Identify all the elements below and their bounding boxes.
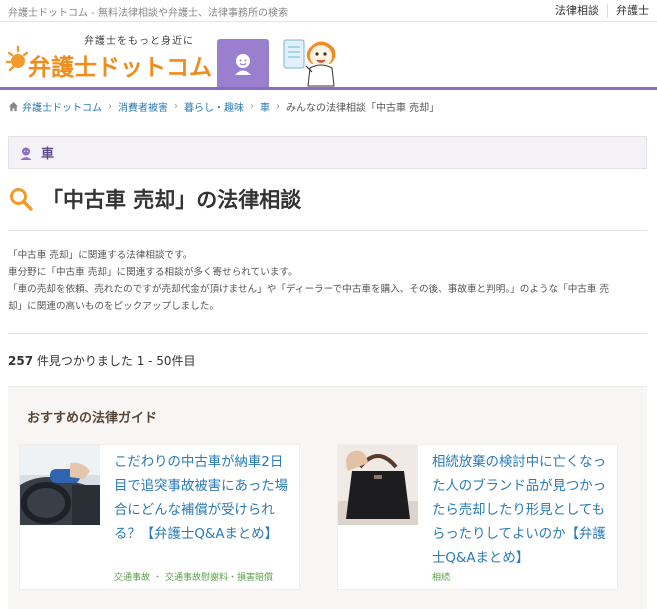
- result-count-text: 件見つかりました 1 - 50件目: [33, 354, 196, 368]
- chevron-right-icon: ›: [276, 100, 280, 112]
- guide-card[interactable]: 相続放棄の検討中に亡くなった人のブランド品が見つかったら売却したり形見としてもら…: [337, 444, 618, 590]
- page-title: 「中古車 売却」の法律相談: [42, 188, 302, 212]
- site-logo[interactable]: 弁護士をもっと身近に 弁護士ドットコム: [6, 30, 212, 82]
- sun-logo-icon: [6, 45, 28, 72]
- top-link-legal-consultation[interactable]: 法律相談: [547, 4, 607, 18]
- tag-separator: ・: [153, 573, 163, 583]
- breadcrumb-life-hobby[interactable]: 暮らし・趣味: [184, 99, 244, 114]
- divider: [8, 230, 647, 231]
- user-category-icon: [20, 147, 32, 160]
- guide-card-tags: 相続: [432, 570, 450, 583]
- recommended-guide-section: おすすめの法律ガイド こだわりの中古車が納車2日目で追突事故被害にあった場合にど…: [8, 386, 647, 609]
- breadcrumb-consumer-damage[interactable]: 消費者被害: [118, 99, 168, 114]
- divider: [8, 333, 647, 334]
- search-icon: [10, 188, 33, 211]
- guide-card-title[interactable]: 相続放棄の検討中に亡くなった人のブランド品が見つかったら売却したり形見としてもら…: [432, 451, 614, 571]
- breadcrumb: 弁護士ドットコム › 消費者被害 › 暮らし・趣味 › 車 › みんなの法律相談…: [8, 99, 440, 114]
- chevron-right-icon: ›: [250, 100, 254, 112]
- logo-catchphrase: 弁護士をもっと身近に: [84, 36, 194, 47]
- logo-text: 弁護士ドットコム: [28, 55, 212, 81]
- intro-text: 「中古車 売却」に関連する法律相談です。 車分野に「中古車 売却」に関連する相談…: [8, 247, 648, 315]
- result-count: 257 件見つかりました 1 - 50件目: [8, 352, 196, 369]
- page-title-row: 「中古車 売却」の法律相談: [8, 182, 647, 216]
- intro-line: 「車の売却を依頼、売れたのですが売却代金が頂けません」や「ディーラーで中古車を購…: [8, 284, 610, 295]
- breadcrumb-car[interactable]: 車: [260, 99, 270, 114]
- chevron-right-icon: ›: [108, 100, 112, 112]
- top-bar: 弁護士ドットコム - 無料法律相談や弁護士、法律事務所の検索 法律相談 弁護士: [0, 0, 657, 22]
- intro-line: 車分野に「中古車 売却」に関連する相談が多く寄せられています。: [8, 267, 298, 278]
- category-bar: 車: [8, 136, 647, 169]
- tag-link[interactable]: 交通事故慰謝料・損害賠償: [165, 573, 273, 583]
- tag-link[interactable]: 交通事故: [114, 573, 150, 583]
- site-tagline: 弁護士ドットコム - 無料法律相談や弁護士、法律事務所の検索: [8, 8, 288, 19]
- guide-card[interactable]: こだわりの中古車が納車2日目で追突事故被害にあった場合にどんな補償が受けられる？…: [19, 444, 300, 590]
- car-steering-wheel-thumbnail: [20, 445, 100, 525]
- guide-card-tags: 交通事故・交通事故慰謝料・損害賠償: [114, 570, 273, 583]
- breadcrumb-current: みんなの法律相談「中古車 売却」: [286, 102, 440, 114]
- tag-link[interactable]: 相続: [432, 573, 450, 583]
- category-label[interactable]: 車: [41, 143, 54, 162]
- mypage-button[interactable]: [217, 39, 269, 87]
- breadcrumb-home[interactable]: 弁護士ドットコム: [22, 99, 102, 114]
- user-icon: [235, 54, 251, 75]
- home-icon: [8, 101, 19, 111]
- intro-line: 「中古車 売却」に関連する法律相談です。: [8, 250, 193, 261]
- intro-line: 却」に関連の高いものをピックアップしました。: [8, 301, 220, 312]
- result-count-number: 257: [8, 354, 34, 368]
- handbag-thumbnail: [338, 445, 418, 525]
- guide-card-title[interactable]: こだわりの中古車が納車2日目で追突事故被害にあった場合にどんな補償が受けられる？…: [114, 451, 296, 547]
- chevron-right-icon: ›: [174, 100, 178, 112]
- top-link-lawyer[interactable]: 弁護士: [607, 4, 657, 18]
- top-links: 法律相談 弁護士: [547, 0, 657, 22]
- mascot-illustration-icon: [283, 39, 336, 87]
- guide-heading: おすすめの法律ガイド: [27, 411, 158, 426]
- site-header: 弁護士をもっと身近に 弁護士ドットコム: [0, 22, 657, 90]
